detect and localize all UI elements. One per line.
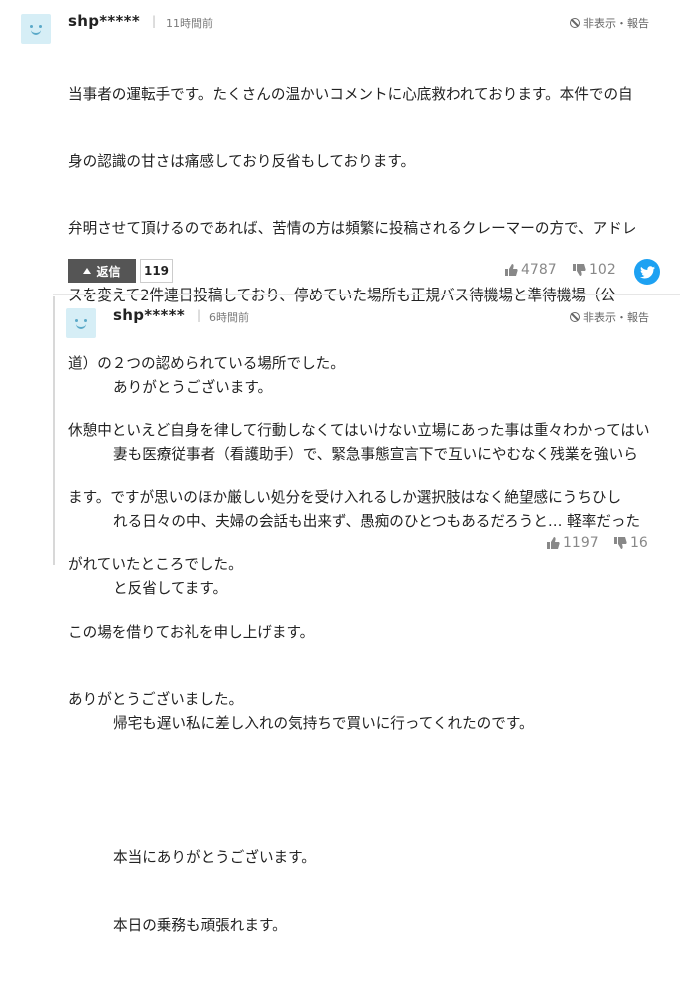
- ban-icon: [570, 312, 580, 322]
- avatar-icon[interactable]: [66, 308, 96, 338]
- like-count: 4787: [521, 262, 557, 278]
- header-separator: |: [152, 14, 157, 28]
- reply-line: 本日の乗務も頑張れます。: [113, 916, 287, 934]
- reply-count-badge[interactable]: 119: [140, 259, 173, 283]
- reply-line: [113, 646, 640, 668]
- twitter-share-button[interactable]: [634, 259, 660, 285]
- avatar-icon[interactable]: [21, 14, 51, 44]
- thumbs-down-icon: [614, 537, 627, 549]
- thumbs-up-icon: [505, 264, 518, 276]
- like-button[interactable]: 1197: [546, 535, 599, 551]
- reply-line: 帰宅も遅い私に差し入れの気持ちで買いに行ってくれたのです。: [113, 714, 534, 732]
- reply-line: ありがとうございます。: [113, 378, 273, 396]
- ban-icon: [570, 18, 580, 28]
- header-separator: |: [197, 308, 202, 322]
- reply-line: 本当にありがとうございます。: [113, 849, 316, 867]
- reply-arrow-icon: [83, 268, 92, 274]
- dislike-count: 16: [630, 535, 648, 551]
- comment-time: 11時間前: [166, 17, 213, 30]
- dislike-button[interactable]: 102: [572, 262, 616, 278]
- reply-line: れる日々の中、夫婦の会話も出来ず、愚痴のひとつもあるだろうと… 軽率だった: [113, 513, 641, 531]
- reply-line: 妻も医療従事者（看護助手）で、緊急事態宣言下で互いにやむなく残業を強いら: [113, 446, 638, 464]
- divider: [53, 294, 680, 295]
- comment-line: 当事者の運転手です。たくさんの温かいコメントに心底救われております。本件での自: [68, 85, 633, 103]
- twitter-icon: [639, 265, 655, 278]
- thumbs-up-icon: [547, 537, 560, 549]
- comment-line: 弁明させて頂けるのであれば、苦情の方は頻繁に投稿されるクレーマーの方で、アドレ: [68, 220, 637, 238]
- reply-button[interactable]: 返信: [68, 259, 136, 283]
- comment-username[interactable]: shp*****: [68, 12, 140, 30]
- thumbs-down-icon: [573, 264, 586, 276]
- reply-line: [113, 780, 640, 802]
- dislike-button[interactable]: 16: [613, 535, 648, 551]
- like-button[interactable]: 4787: [504, 262, 557, 278]
- reply-time: 6時間前: [209, 311, 249, 324]
- hide-report-label: 非表示・報告: [583, 17, 649, 30]
- comment-line: 身の認識の甘さは痛感しており反省もしております。: [68, 153, 416, 171]
- reply-button-label: 返信: [96, 264, 121, 279]
- dislike-count: 102: [589, 262, 616, 278]
- hide-report-label: 非表示・報告: [583, 311, 649, 324]
- hide-report-link[interactable]: 非表示・報告: [570, 15, 649, 31]
- like-count: 1197: [563, 535, 599, 551]
- reply-line: と反省してます。: [113, 580, 228, 598]
- reply-body: ありがとうございます。 妻も医療従事者（看護助手）で、緊急事態宣言下で互いにやむ…: [113, 332, 640, 982]
- hide-report-link[interactable]: 非表示・報告: [570, 309, 649, 325]
- reply-username[interactable]: shp*****: [113, 306, 185, 324]
